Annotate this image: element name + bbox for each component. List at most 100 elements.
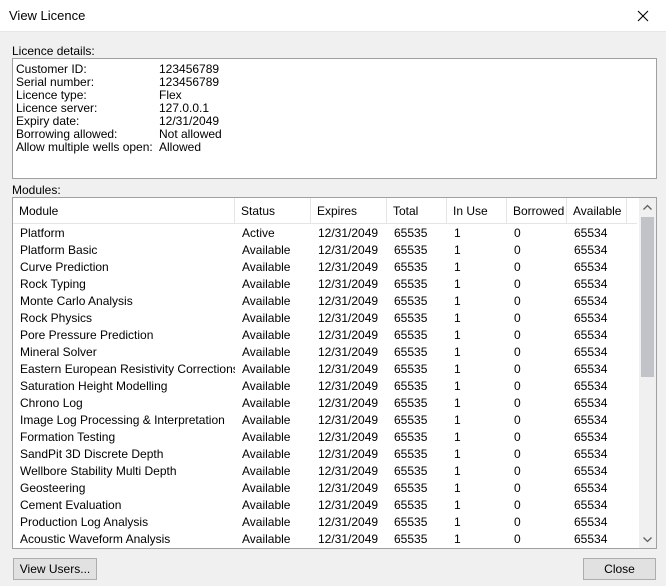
cell-expires: 12/31/2049 [318, 345, 379, 359]
cell-status: Available [242, 328, 291, 342]
cell-in-use: 1 [454, 243, 461, 257]
table-row[interactable]: Production Log Analysis Available 12/31/20… [13, 514, 637, 531]
cell-available: 65534 [574, 447, 608, 461]
table-row[interactable]: Pore Pressure Prediction Available 12/31/2… [13, 327, 637, 344]
column-header-status[interactable]: Status [235, 198, 311, 224]
cell-available: 65534 [574, 532, 608, 546]
licence-details-label: Licence details: [12, 44, 95, 58]
cell-module: Formation Testing [20, 430, 116, 444]
detail-value: Allowed [159, 140, 202, 154]
cell-available: 65534 [574, 277, 608, 291]
cell-total: 65535 [394, 396, 428, 410]
cell-module: Wellbore Stability Multi Depth [20, 464, 177, 478]
cell-borrowed: 0 [514, 396, 521, 410]
cell-status: Available [242, 532, 291, 546]
cell-available: 65534 [574, 515, 608, 529]
cell-available: 65534 [574, 498, 608, 512]
scroll-down-button[interactable] [639, 531, 656, 548]
cell-total: 65535 [394, 430, 428, 444]
cell-borrowed: 0 [514, 464, 521, 478]
cell-module: Chrono Log [20, 396, 83, 410]
cell-in-use: 1 [454, 498, 461, 512]
cell-in-use: 1 [454, 430, 461, 444]
table-row[interactable]: Wellbore Stability Multi Depth Available 1… [13, 463, 637, 480]
table-row[interactable]: Geosteering Available 12/31/2049 65535 1 0 655… [13, 480, 637, 497]
column-header-module[interactable]: Module [13, 198, 235, 224]
cell-borrowed: 0 [514, 379, 521, 393]
cell-status: Available [242, 430, 291, 444]
title-bar: View Licence [0, 0, 666, 32]
cell-available: 65534 [574, 362, 608, 376]
modules-list[interactable]: Module Status Expires Total In Use Borro… [12, 197, 657, 549]
column-header-expires[interactable]: Expires [311, 198, 387, 224]
cell-expires: 12/31/2049 [318, 532, 379, 546]
table-row[interactable]: Cement Evaluation Available 12/31/2049 6553… [13, 497, 637, 514]
cell-total: 65535 [394, 464, 428, 478]
table-row[interactable]: Platform Active 12/31/2049 65535 1 0 65534 [13, 225, 637, 242]
table-row[interactable]: Rock Physics Available 12/31/2049 65535 1 0 65… [13, 310, 637, 327]
column-header-in-use[interactable]: In Use [447, 198, 507, 224]
cell-expires: 12/31/2049 [318, 294, 379, 308]
cell-available: 65534 [574, 328, 608, 342]
cell-in-use: 1 [454, 311, 461, 325]
cell-expires: 12/31/2049 [318, 413, 379, 427]
cell-total: 65535 [394, 481, 428, 495]
table-row[interactable]: Formation Testing Available 12/31/2049 6553… [13, 429, 637, 446]
table-row[interactable]: SandPit 3D Discrete Depth Available 12/31/… [13, 446, 637, 463]
cell-module: SandPit 3D Discrete Depth [20, 447, 164, 461]
cell-available: 65534 [574, 345, 608, 359]
scroll-up-button[interactable] [639, 198, 656, 215]
table-row[interactable]: Eastern European Resistivity Corrections… [13, 361, 637, 378]
cell-status: Available [242, 464, 291, 478]
cell-total: 65535 [394, 260, 428, 274]
table-row[interactable]: Platform Basic Available 12/31/2049 65535 1 0… [13, 242, 637, 259]
cell-module: Saturation Height Modelling [20, 379, 168, 393]
cell-borrowed: 0 [514, 447, 521, 461]
cell-total: 65535 [394, 226, 428, 240]
column-header-total[interactable]: Total [387, 198, 447, 224]
cell-in-use: 1 [454, 362, 461, 376]
cell-in-use: 1 [454, 277, 461, 291]
cell-available: 65534 [574, 464, 608, 478]
cell-total: 65535 [394, 379, 428, 393]
modules-scrollbar[interactable] [639, 198, 656, 548]
column-header-borrowed[interactable]: Borrowed [507, 198, 567, 224]
cell-borrowed: 0 [514, 260, 521, 274]
cell-in-use: 1 [454, 294, 461, 308]
cell-total: 65535 [394, 345, 428, 359]
cell-total: 65535 [394, 243, 428, 257]
close-button[interactable]: Close [583, 558, 656, 580]
cell-in-use: 1 [454, 464, 461, 478]
cell-expires: 12/31/2049 [318, 396, 379, 410]
cell-module: Monte Carlo Analysis [20, 294, 133, 308]
cell-borrowed: 0 [514, 413, 521, 427]
table-row[interactable]: Mineral Solver Available 12/31/2049 65535 1 0… [13, 344, 637, 361]
table-row[interactable]: Chrono Log Available 12/31/2049 65535 1 0 6553… [13, 395, 637, 412]
column-header-available[interactable]: Available [567, 198, 627, 224]
scroll-thumb[interactable] [641, 217, 654, 377]
cell-status: Available [242, 413, 291, 427]
cell-expires: 12/31/2049 [318, 515, 379, 529]
cell-expires: 12/31/2049 [318, 260, 379, 274]
table-row[interactable]: Saturation Height Modelling Available 12/3… [13, 378, 637, 395]
window-close-button[interactable] [620, 0, 666, 31]
cell-available: 65534 [574, 481, 608, 495]
table-row[interactable]: Acoustic Waveform Analysis Available 12/31… [13, 531, 637, 548]
cell-in-use: 1 [454, 515, 461, 529]
cell-available: 65534 [574, 226, 608, 240]
cell-in-use: 1 [454, 260, 461, 274]
cell-borrowed: 0 [514, 328, 521, 342]
view-users-button[interactable]: View Users... [13, 558, 97, 580]
cell-module: Production Log Analysis [20, 515, 149, 529]
cell-in-use: 1 [454, 345, 461, 359]
table-row[interactable]: Monte Carlo Analysis Available 12/31/2049 6… [13, 293, 637, 310]
table-row[interactable]: Rock Typing Available 12/31/2049 65535 1 0 655… [13, 276, 637, 293]
table-row[interactable]: Image Log Processing & Interpretation Ava… [13, 412, 637, 429]
cell-borrowed: 0 [514, 277, 521, 291]
cell-module: Eastern European Resistivity Corrections [20, 362, 235, 376]
cell-total: 65535 [394, 498, 428, 512]
table-row[interactable]: Curve Prediction Available 12/31/2049 65535… [13, 259, 637, 276]
cell-borrowed: 0 [514, 515, 521, 529]
cell-in-use: 1 [454, 447, 461, 461]
cell-status: Available [242, 294, 291, 308]
